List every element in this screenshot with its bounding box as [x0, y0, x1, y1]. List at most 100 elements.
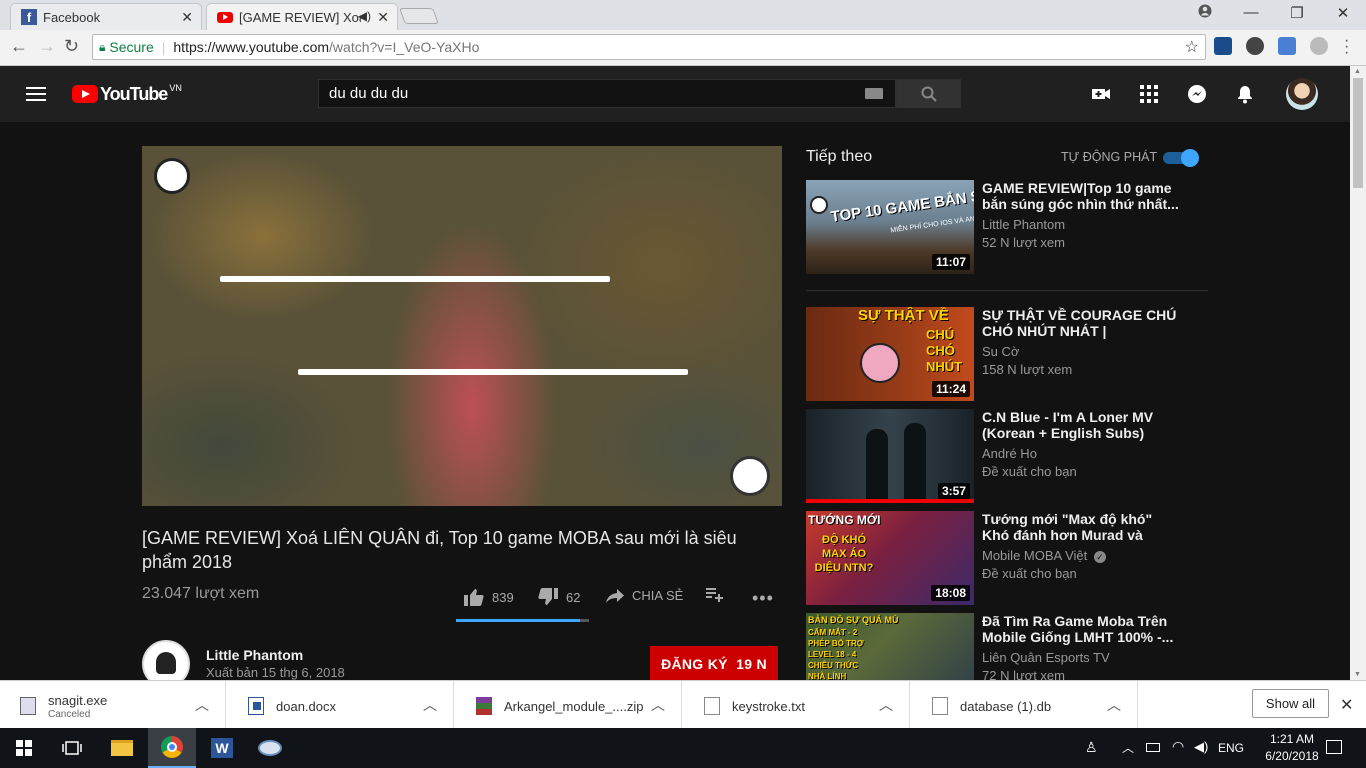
user-avatar[interactable]: [1286, 78, 1318, 110]
like-button[interactable]: 839: [464, 588, 514, 606]
suggested-video[interactable]: TƯỚNG MỚI ĐỘ KHÓ MAX ÁO DIỆU NTN? 18:08 …: [806, 511, 1206, 605]
wifi-icon[interactable]: ◠: [1172, 738, 1184, 755]
chevron-up-icon[interactable]: ︿: [1107, 695, 1121, 715]
extension-gray-icon[interactable]: [1310, 37, 1328, 55]
new-tab-button[interactable]: [399, 8, 439, 24]
forward-icon[interactable]: →: [38, 36, 56, 57]
download-item[interactable]: keystroke.txt ︿: [684, 681, 910, 729]
close-window-icon[interactable]: ✕: [1328, 4, 1358, 22]
page-scrollbar[interactable]: ▲ ▼: [1350, 66, 1366, 680]
download-item[interactable]: Arkangel_module_....zip ︿: [456, 681, 682, 729]
video-thumbnail[interactable]: SỰ THẬT VỀ CHÚ CHÓ NHÚT 11:24: [806, 307, 974, 401]
thumbnail-subtext: CHÚ CHÓ NHÚT: [926, 327, 963, 374]
suggested-title: SỰ THẬT VỀ COURAGE CHÚ CHÓ NHÚT NHÁT | C…: [982, 307, 1177, 339]
search-button[interactable]: [896, 79, 961, 108]
video-player[interactable]: [142, 146, 782, 506]
chevron-up-icon[interactable]: ︿: [423, 695, 437, 715]
suggested-title: GAME REVIEW|Top 10 game bắn súng góc nhì…: [982, 180, 1179, 212]
download-filename: snagit.exe: [48, 693, 108, 708]
chrome-taskbar-icon[interactable]: [148, 728, 196, 768]
suggested-video[interactable]: 3:57 C.N Blue - I'm A Loner MV (Korean +…: [806, 409, 1206, 503]
keyboard-icon[interactable]: [865, 88, 883, 99]
reload-icon[interactable]: ↻: [64, 36, 79, 57]
clock-time[interactable]: 1:21 AM: [1262, 732, 1322, 746]
youtube-play-icon: [72, 85, 98, 103]
search-icon: [921, 86, 937, 102]
share-label: CHIA SẺ: [632, 588, 684, 603]
suggested-video[interactable]: SỰ THẬT VỀ CHÚ CHÓ NHÚT 11:24 SỰ THẬT VỀ…: [806, 307, 1206, 401]
channel-avatar[interactable]: [142, 640, 190, 680]
task-view-icon[interactable]: [48, 728, 96, 768]
scroll-down-arrow-icon[interactable]: ▼: [1354, 671, 1361, 678]
tab-youtube[interactable]: [GAME REVIEW] Xoá L ◀) ✕: [206, 3, 398, 30]
back-icon[interactable]: ←: [10, 36, 28, 57]
suggested-video[interactable]: TOP 10 GAME BẮN SÚNG MIỄN PHÍ CHO IOS VÀ…: [806, 180, 1206, 274]
search-input[interactable]: du du du du: [318, 79, 896, 108]
tab-facebook[interactable]: f Facebook ✕: [10, 3, 202, 30]
download-item[interactable]: doan.docx ︿: [228, 681, 454, 729]
people-icon[interactable]: ♙: [1085, 739, 1098, 756]
google-translate-icon[interactable]: [1278, 37, 1296, 55]
url-bar[interactable]: 🔒︎ Secure | https://www.youtube.com /wat…: [92, 34, 1206, 60]
extension-circle-icon[interactable]: [1246, 37, 1264, 55]
profile-icon[interactable]: [1190, 4, 1220, 22]
chevron-up-icon[interactable]: ︿: [879, 695, 893, 715]
scrollbar-thumb[interactable]: [1353, 78, 1363, 188]
chrome-menu-icon[interactable]: · · ·: [1344, 33, 1349, 61]
share-button[interactable]: CHIA SẺ: [606, 588, 683, 603]
battery-icon[interactable]: [1146, 743, 1160, 752]
hamburger-menu-icon[interactable]: [26, 87, 46, 101]
maximize-icon[interactable]: ❐: [1282, 4, 1312, 22]
notifications-bell-icon[interactable]: [1235, 84, 1255, 104]
audio-playing-icon[interactable]: ◀): [358, 9, 371, 23]
video-thumbnail[interactable]: TƯỚNG MỚI ĐỘ KHÓ MAX ÁO DIỆU NTN? 18:08: [806, 511, 974, 605]
windows-start-icon[interactable]: [0, 728, 48, 768]
subscribe-button[interactable]: ĐĂNG KÝ 19 N: [650, 646, 778, 680]
download-item[interactable]: database (1).db ︿: [912, 681, 1138, 729]
suggested-title: C.N Blue - I'm A Loner MV (Korean + Engl…: [982, 409, 1154, 441]
generic-file-icon: [932, 697, 948, 715]
autoplay-toggle[interactable]: [1163, 148, 1199, 167]
paint-app-icon[interactable]: [246, 728, 294, 768]
share-icon: [606, 588, 624, 603]
video-thumbnail[interactable]: TOP 10 GAME BẮN SÚNG MIỄN PHÍ CHO IOS VÀ…: [806, 180, 974, 274]
messages-icon[interactable]: [1187, 84, 1207, 104]
suggested-views: 158 N lượt xem: [982, 362, 1073, 377]
clock-date[interactable]: 6/20/2018: [1254, 749, 1330, 763]
input-language[interactable]: ENG: [1218, 741, 1244, 755]
add-to-playlist-icon[interactable]: [706, 588, 724, 602]
video-thumbnail[interactable]: BẢN ĐỒ SỰ QUÁ MÙ CẤM MẮT - 2 PHÉP BỔ TRỢ…: [806, 613, 974, 680]
youtube-logo[interactable]: YouTube VN: [72, 83, 182, 105]
download-item[interactable]: snagit.exe Canceled ︿: [0, 681, 226, 729]
chevron-up-icon[interactable]: ︿: [651, 695, 665, 715]
youtube-header: YouTube VN du du du du: [0, 66, 1350, 122]
create-video-icon[interactable]: [1091, 84, 1111, 104]
more-actions-icon[interactable]: •••: [752, 588, 774, 609]
youtube-icon: [217, 11, 233, 23]
scroll-up-arrow-icon[interactable]: ▲: [1354, 68, 1361, 75]
show-all-downloads-button[interactable]: Show all: [1252, 689, 1329, 718]
word-taskbar-icon[interactable]: W: [198, 728, 246, 768]
minimize-icon[interactable]: —: [1236, 4, 1266, 21]
thumbnail-figure: [904, 423, 926, 499]
video-thumbnail[interactable]: 3:57: [806, 409, 974, 503]
apps-grid-icon[interactable]: [1139, 84, 1159, 104]
volume-icon[interactable]: ◀): [1194, 739, 1208, 755]
action-center-icon[interactable]: [1326, 740, 1342, 754]
chevron-up-icon[interactable]: ︿: [195, 695, 209, 715]
dislike-button[interactable]: 62: [538, 588, 580, 606]
suggested-video[interactable]: BẢN ĐỒ SỰ QUÁ MÙ CẤM MẮT - 2 PHÉP BỔ TRỢ…: [806, 613, 1206, 680]
bookmark-star-icon[interactable]: ☆: [1185, 37, 1199, 57]
file-explorer-icon[interactable]: [98, 728, 146, 768]
like-count: 839: [492, 589, 514, 605]
channel-name[interactable]: Little Phantom: [206, 647, 303, 663]
close-tab-icon[interactable]: ✕: [377, 9, 389, 26]
show-hidden-icons-chevron-icon[interactable]: ︿: [1122, 739, 1134, 756]
close-tab-icon[interactable]: ✕: [181, 9, 193, 26]
subscribe-watermark-icon[interactable]: [730, 456, 770, 496]
youtube-page: YouTube VN du du du du [GAME REVIEW] Xoá: [0, 66, 1350, 680]
suggested-channel: Mobile MOBA Việt ✓: [982, 548, 1106, 563]
close-download-bar-icon[interactable]: ✕: [1340, 695, 1353, 715]
extension-j-icon[interactable]: [1214, 37, 1232, 55]
suggested-views: 52 N lượt xem: [982, 235, 1065, 250]
